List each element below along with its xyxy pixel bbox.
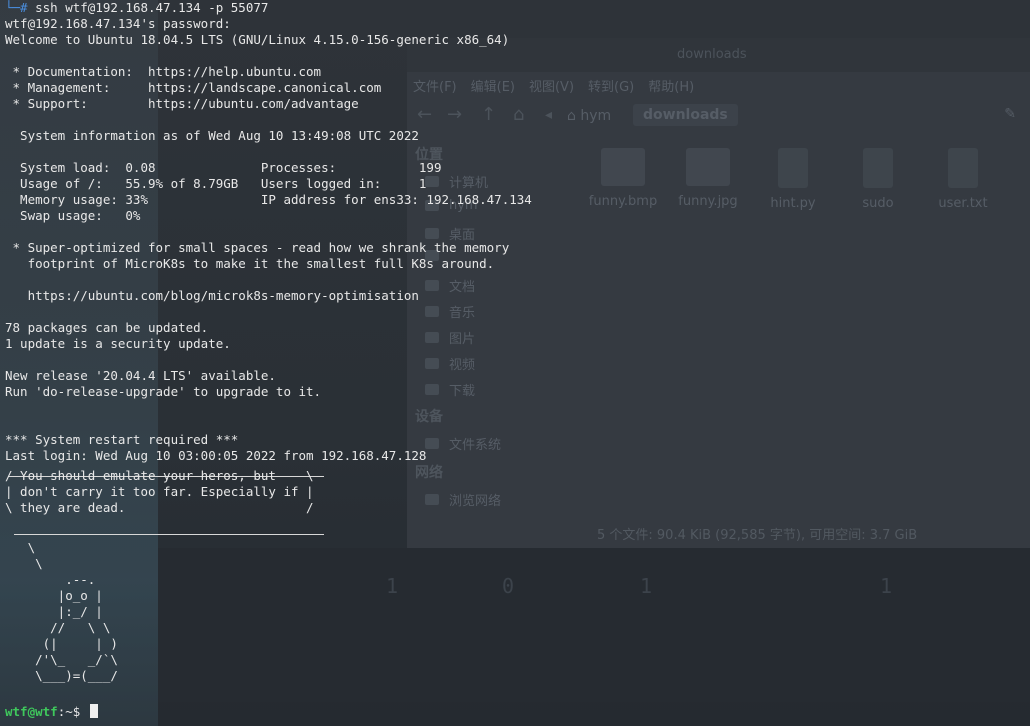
terminal-line: footprint of MicroK8s to make it the sma… <box>5 256 495 271</box>
terminal-line: System load: 0.08 Processes: 199 <box>5 160 442 175</box>
tux-line: (| | ) <box>5 636 118 651</box>
terminal-line: Swap usage: 0% <box>5 208 141 223</box>
terminal-line: Last login: Wed Aug 10 03:00:05 2022 fro… <box>5 448 427 463</box>
terminal-window[interactable]: └─# ssh wtf@192.168.47.134 -p 55077 wtf@… <box>0 0 1030 726</box>
shell-prompt[interactable]: wtf@wtf:~$ <box>5 704 98 720</box>
prompt-path: :~$ <box>57 704 81 719</box>
terminal-line: 1 update is a security update. <box>5 336 231 351</box>
cowsay-line: \ they are dead. / <box>5 500 314 515</box>
cowsay-line: | don't carry it too far. Especially if … <box>5 484 314 499</box>
terminal-line: New release '20.04.4 LTS' available. <box>5 368 276 383</box>
terminal-line: Memory usage: 33% IP address for ens33: … <box>5 192 532 207</box>
terminal-line: https://ubuntu.com/blog/microk8s-memory-… <box>5 288 419 303</box>
text-cursor <box>89 704 98 718</box>
cowsay-bottom-border <box>14 534 324 535</box>
terminal-line: * Management: https://landscape.canonica… <box>5 80 382 95</box>
tux-line: \___)=(___/ <box>5 668 118 683</box>
terminal-line: System information as of Wed Aug 10 13:4… <box>5 128 419 143</box>
terminal-line: *** System restart required *** <box>5 432 239 447</box>
terminal-line: Welcome to Ubuntu 18.04.5 LTS (GNU/Linux… <box>5 32 510 47</box>
terminal-line: * Documentation: https://help.ubuntu.com <box>5 64 322 79</box>
terminal-line: Usage of /: 55.9% of 8.79GB Users logged… <box>5 176 427 191</box>
command-text: ssh wtf@192.168.47.134 -p 55077 <box>35 0 269 15</box>
tux-line: \ <box>5 556 43 571</box>
tux-line: // \ \ <box>5 620 111 635</box>
tux-line: |o_o | <box>5 588 103 603</box>
tux-line: |:_/ | <box>5 604 103 619</box>
terminal-line: * Support: https://ubuntu.com/advantage <box>5 96 359 111</box>
tux-line: .--. <box>5 572 96 587</box>
terminal-line: 78 packages can be updated. <box>5 320 209 335</box>
terminal-line: wtf@192.168.47.134's password: <box>5 16 231 31</box>
tux-line: /'\_ _/`\ <box>5 652 118 667</box>
tux-line: \ <box>5 540 36 555</box>
terminal-line: Run 'do-release-upgrade' to upgrade to i… <box>5 384 322 399</box>
prompt-user-host: wtf@wtf <box>5 704 58 719</box>
terminal-line: * Super-optimized for small spaces - rea… <box>5 240 510 255</box>
command-line: └─# ssh wtf@192.168.47.134 -p 55077 <box>5 0 268 16</box>
cowsay-line: / You should emulate your heros, but \ <box>5 468 314 483</box>
prompt-arrow: └─# <box>5 0 28 15</box>
